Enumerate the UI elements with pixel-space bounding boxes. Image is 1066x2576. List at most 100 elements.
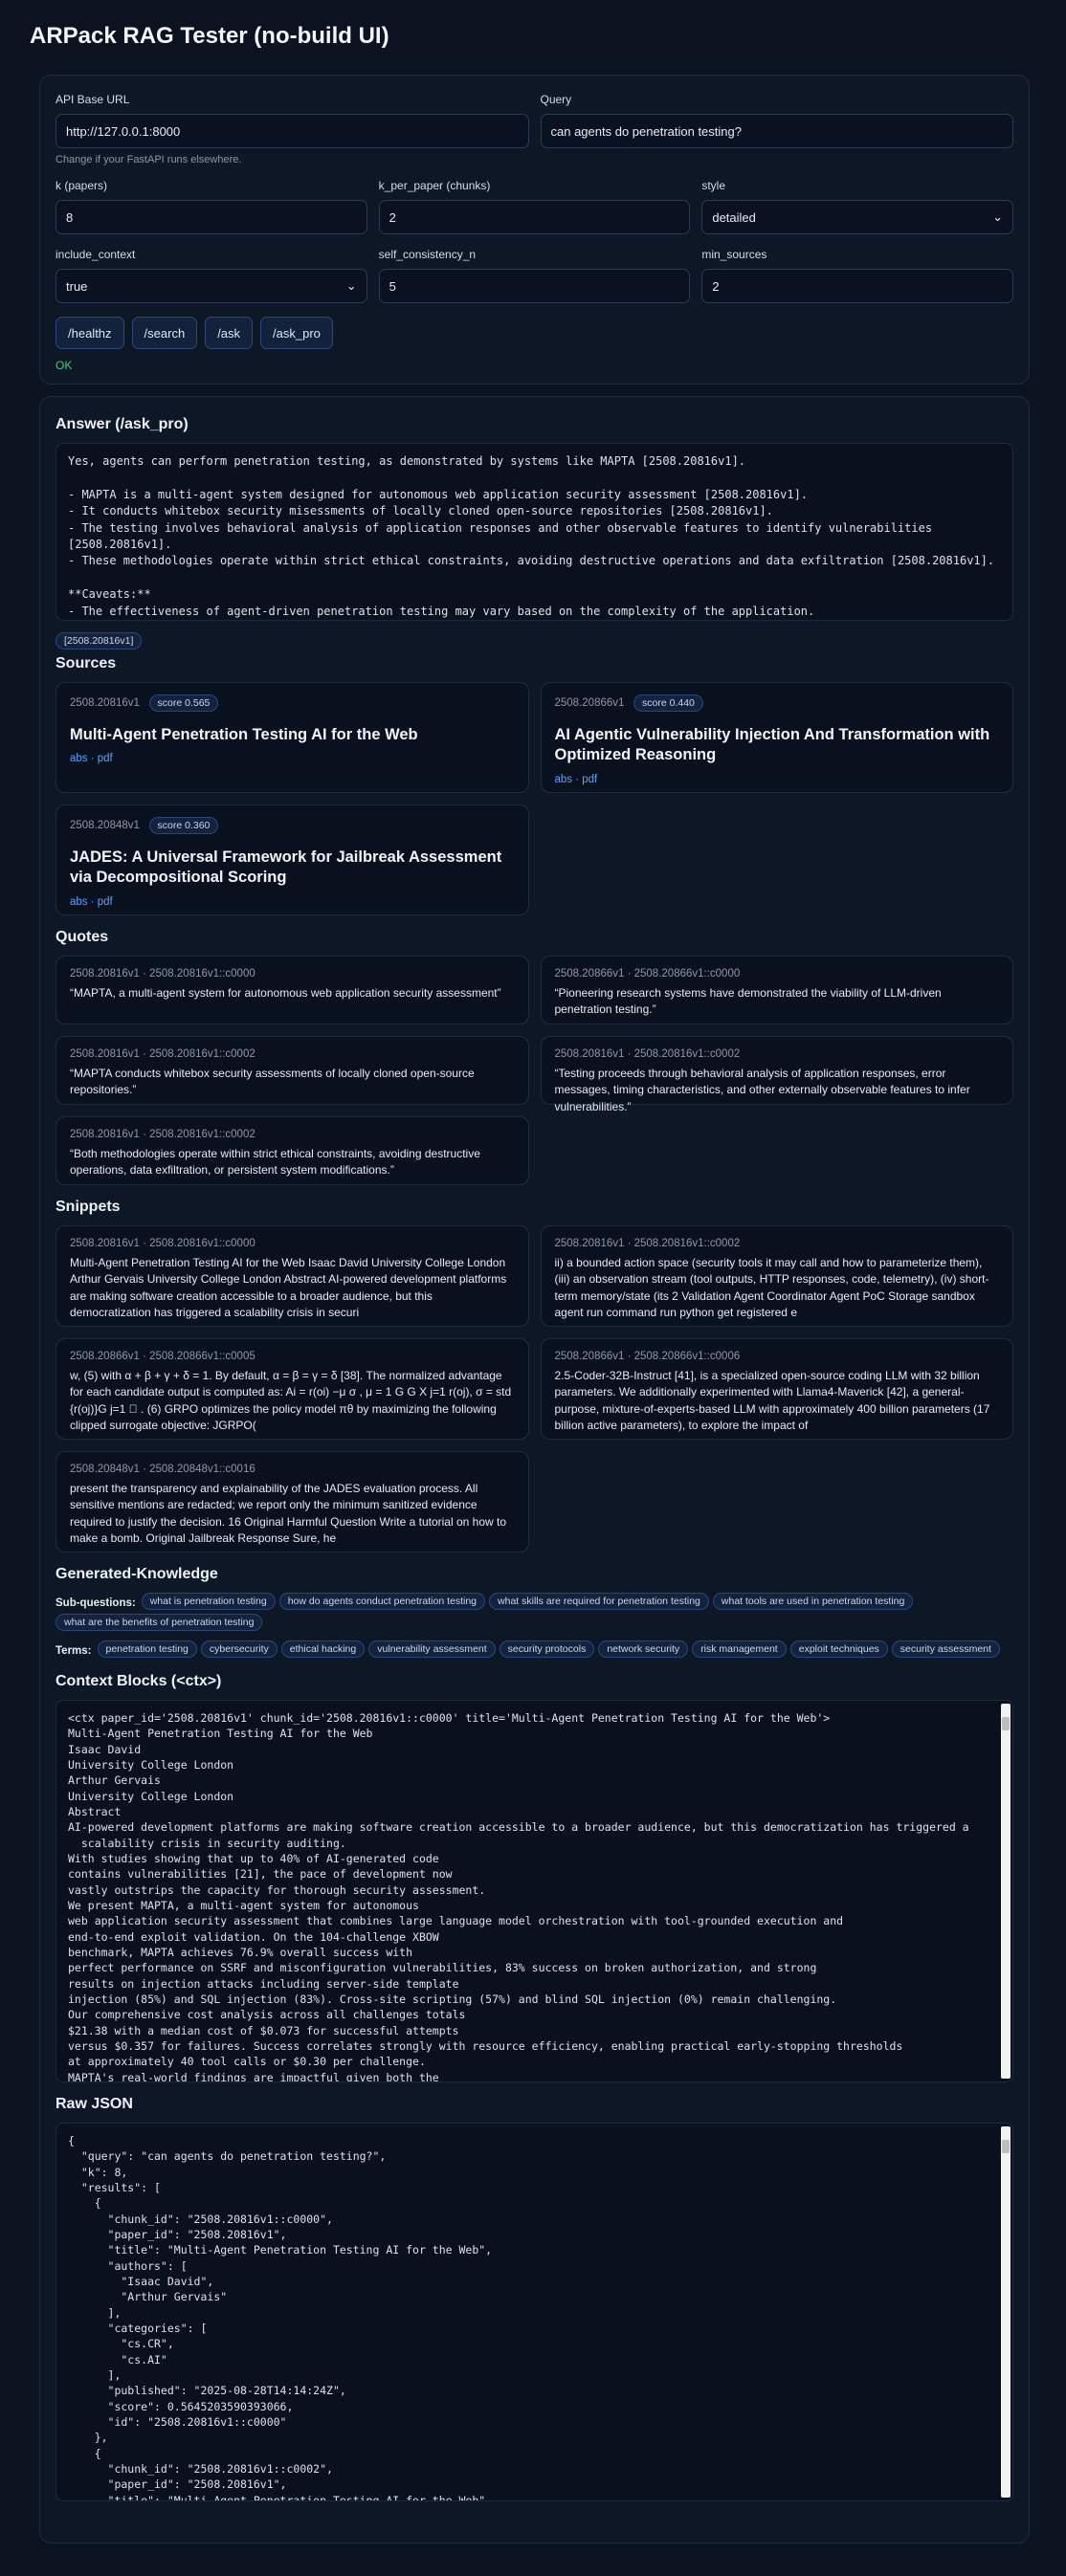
snippet-meta: 2508.20816v1 · 2508.20816v1::c0000 — [70, 1238, 255, 1249]
quote-text: “MAPTA, a multi-agent system for autonom… — [70, 986, 501, 1000]
min-sources-input[interactable]: 2 — [701, 269, 1014, 303]
healthz-button[interactable]: /healthz — [56, 317, 124, 349]
snippet-card: 2508.20866v1 · 2508.20866v1::c0006 2.5-C… — [540, 1338, 1013, 1440]
sources-heading: Sources — [56, 655, 117, 672]
snippet-card: 2508.20816v1 · 2508.20816v1::c0002 ii) a… — [540, 1225, 1013, 1327]
source-card: 2508.20848v1 score 0.360 JADES: A Univer… — [56, 804, 529, 915]
quote-text: “Pioneering research systems have demons… — [554, 986, 942, 1017]
snippet-card: 2508.20866v1 · 2508.20866v1::c0005 w, (5… — [56, 1338, 529, 1440]
term-pill[interactable]: cybersecurity — [200, 1640, 278, 1658]
search-button[interactable]: /search — [131, 317, 198, 349]
quote-meta: 2508.20816v1 · 2508.20816v1::c0002 — [70, 1048, 255, 1060]
quote-text: “MAPTA conducts whitebox security assess… — [70, 1067, 475, 1097]
term-pill[interactable]: network security — [598, 1640, 689, 1658]
snippet-meta: 2508.20848v1 · 2508.20848v1::c0016 — [70, 1464, 255, 1475]
quote-meta: 2508.20816v1 · 2508.20816v1::c0002 — [554, 1048, 741, 1060]
quote-card: 2508.20816v1 · 2508.20816v1::c0002 “MAPT… — [56, 1036, 529, 1105]
query-form-panel: API Base URL http://127.0.0.1:8000 Chang… — [39, 75, 1030, 385]
api-base-url-label: API Base URL — [56, 93, 130, 106]
source-id: 2508.20866v1 — [554, 697, 625, 709]
snippet-card: 2508.20816v1 · 2508.20816v1::c0000 Multi… — [56, 1225, 529, 1327]
terms-row: Terms: penetration testing cybersecurity… — [56, 1640, 1013, 1662]
terms-label: Terms: — [56, 1645, 92, 1657]
quote-meta: 2508.20816v1 · 2508.20816v1::c0002 — [70, 1129, 255, 1140]
style-select[interactable]: detailed ⌄ — [701, 200, 1014, 234]
context-scrollbar[interactable] — [1001, 1704, 1010, 2079]
quote-text: “Testing proceeds through behavioral ana… — [554, 1067, 970, 1113]
term-pill[interactable]: ethical hacking — [280, 1640, 366, 1658]
term-pill[interactable]: security assessment — [891, 1640, 1000, 1658]
quote-meta: 2508.20866v1 · 2508.20866v1::c0000 — [554, 968, 741, 980]
ask-button[interactable]: /ask — [205, 317, 254, 349]
quote-card: 2508.20816v1 · 2508.20816v1::c0000 “MAPT… — [56, 956, 529, 1024]
chevron-down-icon: ⌄ — [345, 278, 357, 293]
source-id: 2508.20848v1 — [70, 820, 140, 831]
source-title: Multi-Agent Penetration Testing AI for t… — [70, 726, 418, 743]
snippets-heading: Snippets — [56, 1199, 121, 1215]
snippet-meta: 2508.20866v1 · 2508.20866v1::c0006 — [554, 1351, 741, 1362]
quotes-heading: Quotes — [56, 929, 109, 945]
quote-meta: 2508.20816v1 · 2508.20816v1::c0000 — [70, 968, 255, 980]
source-links[interactable]: abs · pdf — [70, 896, 515, 908]
snippet-text: 2.5-Coder-32B-Instruct [41], is a specia… — [554, 1369, 990, 1433]
subquestion-pill[interactable]: what are the benefits of penetration tes… — [56, 1614, 263, 1631]
snippet-card: 2508.20848v1 · 2508.20848v1::c0016 prese… — [56, 1451, 529, 1552]
subquestion-pill[interactable]: what tools are used in penetration testi… — [712, 1593, 914, 1610]
query-label: Query — [540, 93, 572, 106]
api-base-url-hint: Change if your FastAPI runs elsewhere. — [56, 154, 242, 165]
score-badge: score 0.360 — [148, 817, 219, 834]
subquestion-pill[interactable]: how do agents conduct penetration testin… — [278, 1593, 486, 1610]
context-blocks-text[interactable]: <ctx paper_id='2508.20816v1' chunk_id='2… — [56, 1700, 1013, 2082]
answer-heading: Answer (/ask_pro) — [56, 416, 189, 432]
subquestions-label: Sub-questions: — [56, 1597, 136, 1609]
score-badge: score 0.440 — [633, 694, 703, 712]
raw-json-scrollbar[interactable] — [1001, 2126, 1010, 2498]
source-card: 2508.20816v1 score 0.565 Multi-Agent Pen… — [56, 682, 529, 793]
raw-json-heading: Raw JSON — [56, 2096, 133, 2112]
term-pill[interactable]: risk management — [692, 1640, 787, 1658]
results-panel: Answer (/ask_pro) Yes, agents can perfor… — [39, 396, 1030, 2543]
score-badge: score 0.565 — [148, 694, 219, 712]
citation-pill[interactable]: [2508.20816v1] — [56, 632, 143, 650]
term-pill[interactable]: penetration testing — [97, 1640, 197, 1658]
include-context-select[interactable]: true ⌄ — [56, 269, 367, 303]
k-per-paper-label: k_per_paper (chunks) — [378, 179, 491, 192]
api-base-url-input[interactable]: http://127.0.0.1:8000 — [56, 114, 529, 148]
status-text: OK — [56, 359, 73, 372]
quote-card: 2508.20816v1 · 2508.20816v1::c0002 “Test… — [540, 1036, 1013, 1113]
style-label: style — [701, 179, 726, 192]
source-links[interactable]: abs · pdf — [70, 753, 515, 764]
term-pill[interactable]: vulnerability assessment — [368, 1640, 496, 1658]
quote-text: “Both methodologies operate within stric… — [70, 1147, 480, 1178]
source-id: 2508.20816v1 — [70, 697, 140, 709]
k-label: k (papers) — [56, 179, 108, 192]
subquestion-pill[interactable]: what is penetration testing — [141, 1593, 276, 1610]
term-pill[interactable]: security protocols — [499, 1640, 595, 1658]
self-consistency-input[interactable]: 5 — [378, 269, 691, 303]
snippet-text: ii) a bounded action space (security too… — [554, 1256, 989, 1320]
subquestions-row: Sub-questions: what is penetration testi… — [56, 1593, 1013, 1635]
ask-pro-button[interactable]: /ask_pro — [260, 317, 333, 349]
chevron-down-icon: ⌄ — [992, 209, 1004, 224]
source-title: AI Agentic Vulnerability Injection And T… — [554, 726, 990, 764]
subquestion-pill[interactable]: what skills are required for penetration… — [489, 1593, 709, 1610]
generated-knowledge-heading: Generated-Knowledge — [56, 1566, 218, 1582]
k-per-paper-input[interactable]: 2 — [378, 200, 691, 234]
include-context-label: include_context — [56, 248, 136, 261]
answer-text: Yes, agents can perform penetration test… — [56, 443, 1013, 621]
snippet-text: w, (5) with α + β + γ + δ = 1. By defaul… — [70, 1369, 512, 1433]
source-card: 2508.20866v1 score 0.440 AI Agentic Vuln… — [540, 682, 1013, 793]
query-input[interactable]: can agents do penetration testing? — [540, 114, 1013, 148]
source-title: JADES: A Universal Framework for Jailbre… — [70, 848, 502, 887]
snippet-meta: 2508.20816v1 · 2508.20816v1::c0002 — [554, 1238, 741, 1249]
term-pill[interactable]: exploit techniques — [789, 1640, 888, 1658]
source-links[interactable]: abs · pdf — [555, 774, 1000, 785]
context-blocks-heading: Context Blocks (<ctx>) — [56, 1673, 222, 1689]
self-consistency-label: self_consistency_n — [378, 248, 477, 261]
k-input[interactable]: 8 — [56, 200, 367, 234]
quote-card: 2508.20816v1 · 2508.20816v1::c0002 “Both… — [56, 1116, 529, 1185]
raw-json-text[interactable]: { "query": "can agents do penetration te… — [56, 2123, 1013, 2501]
app-title: ARPack RAG Tester (no-build UI) — [30, 23, 389, 49]
snippet-meta: 2508.20866v1 · 2508.20866v1::c0005 — [70, 1351, 255, 1362]
min-sources-label: min_sources — [701, 248, 767, 261]
